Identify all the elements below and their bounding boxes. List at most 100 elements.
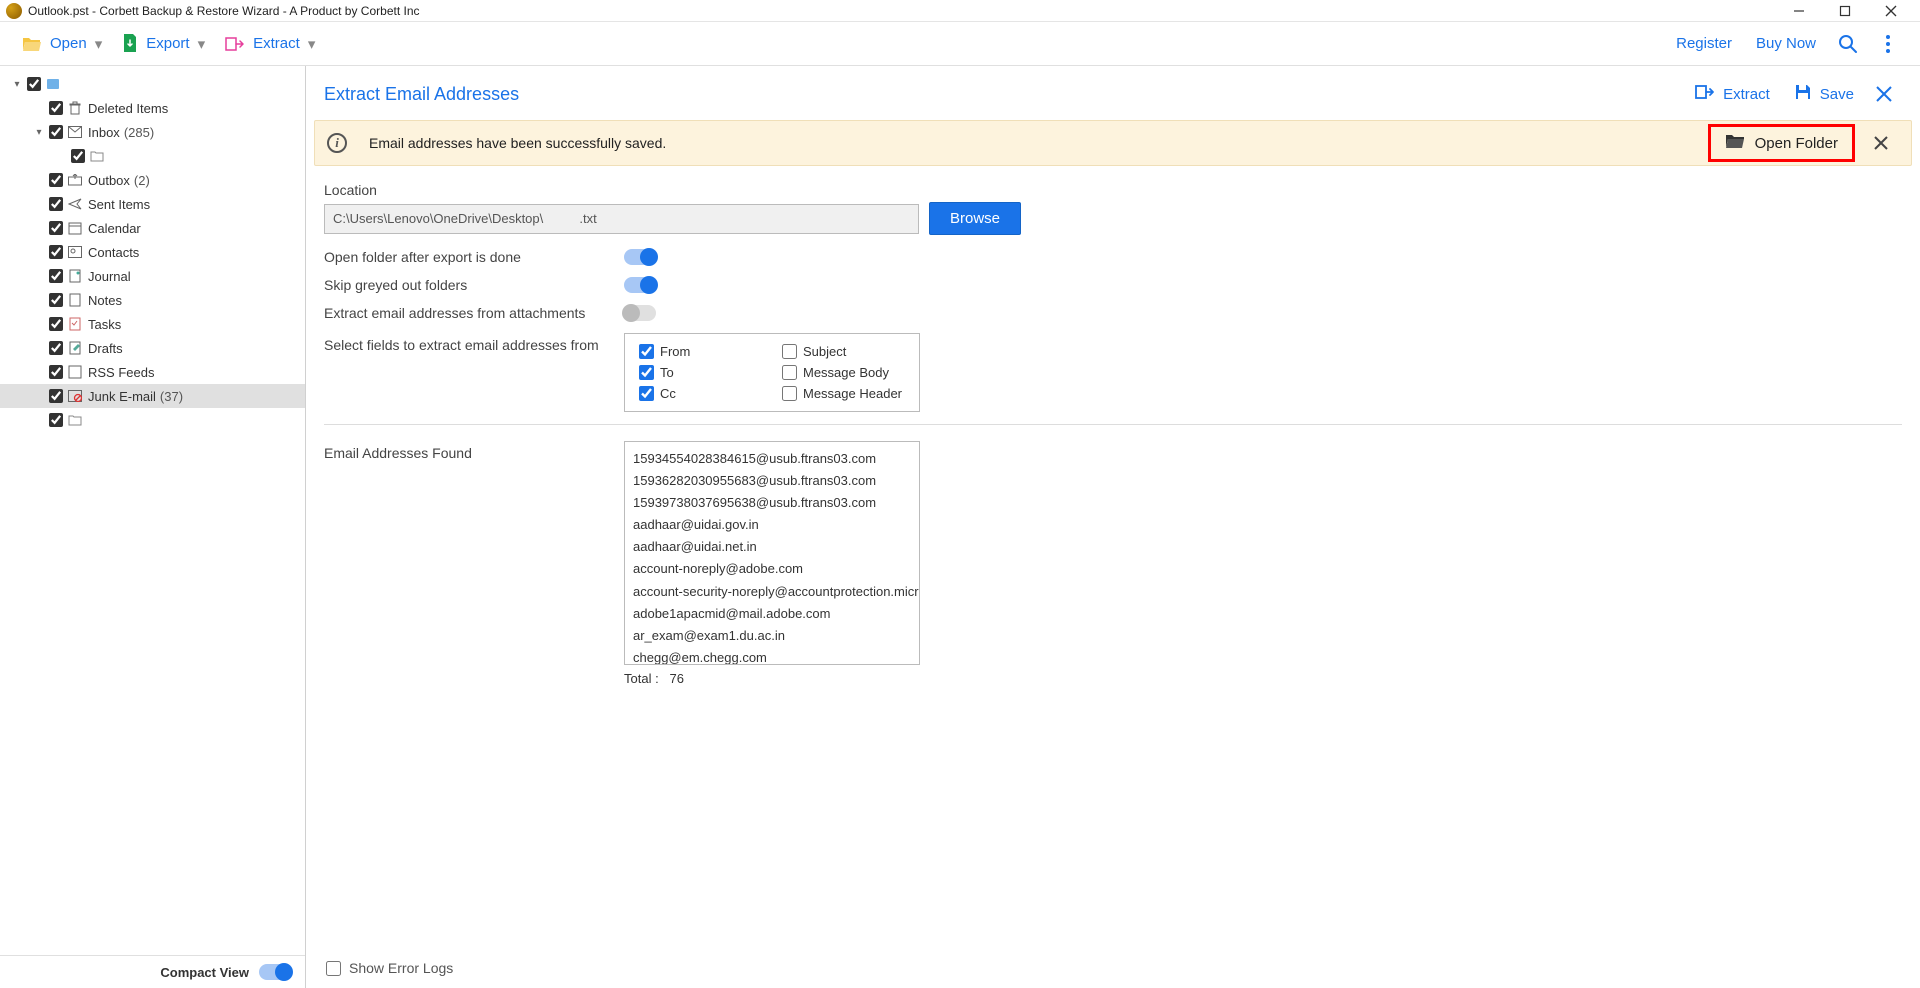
tree-item-label: Drafts	[88, 341, 123, 356]
extract-menu[interactable]: Extract ▾	[215, 29, 325, 59]
drafts-icon	[66, 341, 84, 355]
skip-greyed-toggle[interactable]	[624, 277, 656, 293]
outbox-icon	[66, 174, 84, 186]
more-menu-button[interactable]	[1868, 24, 1908, 64]
compact-view-toggle[interactable]	[259, 964, 291, 980]
tree-item[interactable]: ▾	[0, 72, 305, 96]
tree-checkbox[interactable]	[49, 389, 63, 403]
emails-found-label: Email Addresses Found	[324, 441, 624, 461]
field-checkbox-from[interactable]: From	[639, 344, 762, 359]
content-header: Extract Email Addresses Extract Save	[306, 66, 1920, 120]
field-checkbox-to[interactable]: To	[639, 365, 762, 380]
main-toolbar: Open ▾ Export ▾ Extract ▾ Register Buy N…	[0, 22, 1920, 66]
tree-item[interactable]: Junk E-mail(37)	[0, 384, 305, 408]
tree-item-count: (37)	[160, 389, 183, 404]
email-item[interactable]: 15939738037695638@usub.ftrans03.com	[633, 492, 911, 514]
tree-item[interactable]: Outbox(2)	[0, 168, 305, 192]
email-item[interactable]: account-security-noreply@accountprotecti…	[633, 581, 911, 603]
tree-checkbox[interactable]	[49, 221, 63, 235]
tree-item-label: Tasks	[88, 317, 121, 332]
tree-item[interactable]: RSS Feeds	[0, 360, 305, 384]
tree-checkbox[interactable]	[49, 173, 63, 187]
tree-checkbox[interactable]	[49, 197, 63, 211]
email-item[interactable]: aadhaar@uidai.net.in	[633, 536, 911, 558]
email-item[interactable]: 15936282030955683@usub.ftrans03.com	[633, 470, 911, 492]
tree-checkbox[interactable]	[49, 317, 63, 331]
tree-checkbox[interactable]	[49, 101, 63, 115]
mail-icon	[66, 126, 84, 138]
location-input[interactable]	[324, 204, 919, 234]
tree-item-count: (285)	[124, 125, 154, 140]
tree-item-label: Calendar	[88, 221, 141, 236]
rss-icon	[66, 365, 84, 379]
field-checkbox-message-header[interactable]: Message Header	[782, 386, 905, 401]
tree-checkbox[interactable]	[71, 149, 85, 163]
minimize-button[interactable]	[1776, 1, 1822, 21]
email-item[interactable]: ar_exam@exam1.du.ac.in	[633, 625, 911, 647]
tree-item[interactable]: Sent Items	[0, 192, 305, 216]
tree-item[interactable]	[0, 408, 305, 432]
maximize-button[interactable]	[1822, 1, 1868, 21]
open-folder-toggle[interactable]	[624, 249, 656, 265]
tree-checkbox[interactable]	[49, 245, 63, 259]
tree-item[interactable]: Journal	[0, 264, 305, 288]
tree-expand-icon[interactable]: ▾	[10, 79, 24, 90]
tree-checkbox[interactable]	[49, 413, 63, 427]
chevron-down-icon: ▾	[95, 35, 103, 53]
close-window-button[interactable]	[1868, 1, 1914, 21]
field-checkbox-message-body[interactable]: Message Body	[782, 365, 905, 380]
search-button[interactable]	[1828, 24, 1868, 64]
tree-item-label: Journal	[88, 269, 131, 284]
show-error-logs-checkbox[interactable]	[326, 961, 341, 976]
tree-item[interactable]	[0, 144, 305, 168]
window-title: Outlook.pst - Corbett Backup & Restore W…	[28, 4, 1776, 18]
tasks-icon	[66, 317, 84, 331]
save-button[interactable]: Save	[1782, 77, 1866, 111]
tree-item[interactable]: Deleted Items	[0, 96, 305, 120]
email-item[interactable]: account-noreply@adobe.com	[633, 558, 911, 580]
tree-checkbox[interactable]	[27, 77, 41, 91]
email-list[interactable]: 15934554028384615@usub.ftrans03.com15936…	[624, 441, 920, 665]
show-error-logs-label: Show Error Logs	[349, 960, 453, 976]
tree-expand-icon[interactable]: ▾	[32, 127, 46, 138]
browse-button[interactable]: Browse	[929, 202, 1021, 235]
tree-checkbox[interactable]	[49, 269, 63, 283]
email-item[interactable]: chegg@em.chegg.com	[633, 647, 911, 665]
show-error-logs-row[interactable]: Show Error Logs	[326, 960, 453, 976]
tree-item[interactable]: Notes	[0, 288, 305, 312]
email-item[interactable]: adobe1apacmid@mail.adobe.com	[633, 603, 911, 625]
register-link[interactable]: Register	[1664, 29, 1744, 58]
tree-checkbox[interactable]	[49, 125, 63, 139]
tree-item[interactable]: Contacts	[0, 240, 305, 264]
tree-item-label: Notes	[88, 293, 122, 308]
tree-item-label: Sent Items	[88, 197, 150, 212]
email-item[interactable]: 15934554028384615@usub.ftrans03.com	[633, 448, 911, 470]
folder-icon	[66, 414, 84, 426]
tree-checkbox[interactable]	[49, 365, 63, 379]
tree-item[interactable]: Drafts	[0, 336, 305, 360]
tree-checkbox[interactable]	[49, 293, 63, 307]
buy-now-link[interactable]: Buy Now	[1744, 29, 1828, 58]
junk-icon	[66, 390, 84, 402]
field-checkbox-subject[interactable]: Subject	[782, 344, 905, 359]
open-menu[interactable]: Open ▾	[12, 29, 112, 59]
close-panel-button[interactable]	[1866, 76, 1902, 112]
folder-tree[interactable]: ▾ Deleted Items▾Inbox(285) Outbox(2) Sent I…	[0, 66, 305, 955]
email-item[interactable]: aadhaar@uidai.gov.in	[633, 514, 911, 536]
extract-attachments-toggle[interactable]	[624, 305, 656, 321]
export-menu[interactable]: Export ▾	[112, 28, 215, 60]
tree-item[interactable]: Calendar	[0, 216, 305, 240]
notification-text: Email addresses have been successfully s…	[369, 135, 1708, 151]
trash-icon	[66, 101, 84, 115]
tree-item-count: (2)	[134, 173, 150, 188]
dismiss-notification-button[interactable]	[1863, 125, 1899, 161]
extract-button[interactable]: Extract	[1683, 78, 1782, 110]
tree-checkbox[interactable]	[49, 341, 63, 355]
chevron-down-icon: ▾	[308, 35, 316, 53]
tree-item[interactable]: Tasks	[0, 312, 305, 336]
field-checkbox-cc[interactable]: Cc	[639, 386, 762, 401]
location-label: Location	[324, 182, 1902, 198]
tree-item-label: Contacts	[88, 245, 139, 260]
open-folder-button[interactable]: Open Folder	[1708, 124, 1855, 162]
tree-item[interactable]: ▾Inbox(285)	[0, 120, 305, 144]
